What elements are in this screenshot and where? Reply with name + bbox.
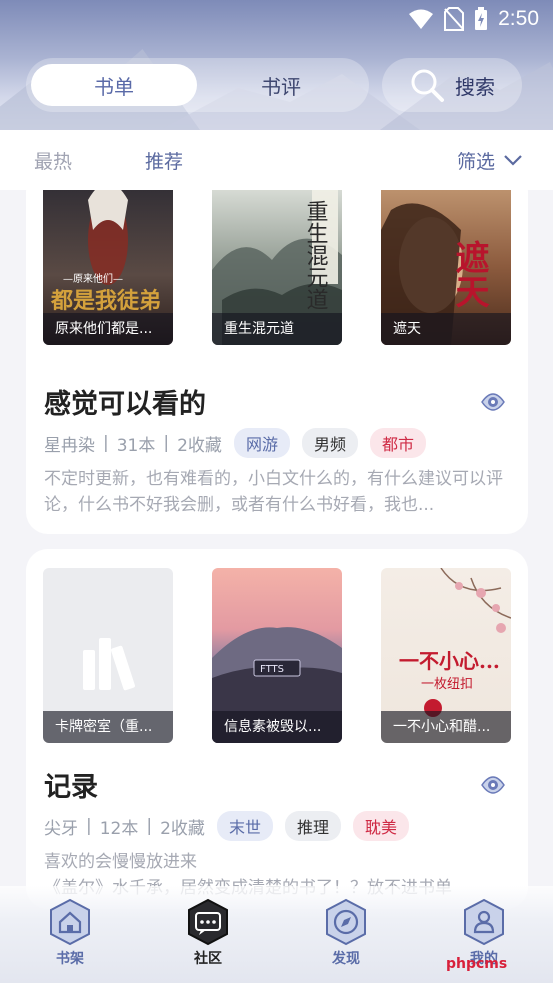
nav-bookshelf[interactable]: 书架	[30, 898, 110, 968]
cover-subtitle: 一枚纽扣	[421, 677, 473, 692]
list-description: 不定时更新，也有难看的，小白文什么的，有什么建议可以评论，什么书不好我会删，或者…	[44, 469, 503, 515]
cover-subtitle: —原来他们—	[63, 272, 123, 285]
filter-button[interactable]: 筛选	[457, 147, 523, 174]
book-caption: 重生混元道	[212, 313, 342, 345]
search-icon	[411, 69, 444, 102]
compass-icon	[326, 898, 366, 946]
chevron-down-icon	[504, 155, 522, 166]
nav-label: 社区	[194, 951, 222, 967]
list-favorites: 2收藏	[177, 435, 222, 456]
list-title: 记录	[44, 772, 98, 803]
cover-title: 重生混元道	[303, 200, 329, 310]
list-author: 星冉染	[44, 435, 95, 456]
cover-title: 遮天	[449, 239, 489, 308]
nav-community[interactable]: 社区	[168, 898, 248, 968]
house-icon	[50, 898, 90, 946]
search-button[interactable]: 搜索	[382, 58, 522, 112]
watermark: phpcms	[446, 956, 508, 972]
cover-title: 一不小心...	[399, 649, 500, 673]
list-author: 尖牙	[44, 818, 78, 839]
cover-title: FTTS	[260, 664, 284, 675]
search-label: 搜索	[455, 74, 495, 99]
filter-recommend[interactable]: 推荐	[145, 147, 183, 174]
list-description: 喜欢的会慢慢放进来	[44, 852, 197, 872]
book-caption: 卡牌密室（重...	[43, 711, 173, 743]
tab-segment: 书单 书评	[26, 58, 369, 112]
list-count: 31本	[116, 435, 156, 456]
list-count: 12本	[99, 818, 139, 839]
book-cover[interactable]: 遮天 遮天	[381, 170, 511, 345]
emblem-icon	[481, 393, 505, 411]
nav-discover[interactable]: 发现	[306, 898, 386, 968]
tab-booklist[interactable]: 书单	[31, 64, 197, 106]
header-banner: 2:50 书单 书评 搜索	[0, 0, 553, 130]
book-caption: 一不小心和醋...	[381, 711, 511, 743]
person-icon	[464, 898, 504, 946]
status-bar: 2:50	[408, 6, 539, 32]
emblem-icon	[481, 776, 505, 794]
nav-label: 发现	[332, 951, 360, 967]
book-cover[interactable]: FTTS 信息素被毁以...	[212, 568, 342, 743]
book-caption: 遮天	[381, 313, 511, 345]
tag[interactable]: 都市	[369, 428, 426, 458]
book-cover[interactable]: 一不小心... 一枚纽扣 一不小心和醋...	[381, 568, 511, 743]
list-title: 感觉可以看的	[44, 389, 206, 420]
tab-review[interactable]: 书评	[198, 64, 364, 106]
list-favorites: 2收藏	[160, 818, 205, 839]
no-sim-icon	[444, 7, 465, 31]
tag[interactable]: 推理	[284, 811, 341, 841]
list-meta: 星冉染 | 31本 | 2收藏 网游 男频 都市	[44, 428, 426, 458]
filter-label: 筛选	[457, 150, 496, 173]
book-cover[interactable]: 卡牌密室（重...	[43, 568, 173, 743]
cover-title: 都是我徒弟	[50, 288, 161, 314]
tag[interactable]: 耽美	[352, 811, 409, 841]
wifi-icon	[409, 9, 434, 29]
book-cover[interactable]: 重生混元道 重生混元道	[212, 170, 342, 345]
chat-icon	[188, 898, 228, 946]
filter-hot[interactable]: 最热	[34, 147, 72, 174]
tag[interactable]: 男频	[301, 428, 358, 458]
book-cover[interactable]: —原来他们— 都是我徒弟 原来他们都是...	[43, 170, 173, 345]
status-time: 2:50	[498, 7, 539, 30]
booklist-card[interactable]: —原来他们— 都是我徒弟 原来他们都是... 重生混元道 重生混元道 遮天 遮天…	[26, 170, 528, 534]
nav-label: 书架	[56, 951, 84, 967]
battery-charging-icon	[475, 7, 488, 30]
tag[interactable]: 网游	[233, 428, 290, 458]
tag[interactable]: 末世	[216, 811, 273, 841]
list-meta: 尖牙 | 12本 | 2收藏 末世 推理 耽美	[44, 811, 409, 841]
book-caption: 原来他们都是...	[43, 313, 173, 345]
booklist-card[interactable]: 卡牌密室（重... FTTS 信息素被毁以... 一不小心... 一枚纽扣 一不…	[26, 549, 528, 909]
filter-bar: 最热 推荐 筛选	[0, 130, 553, 190]
book-caption: 信息素被毁以...	[212, 711, 342, 743]
